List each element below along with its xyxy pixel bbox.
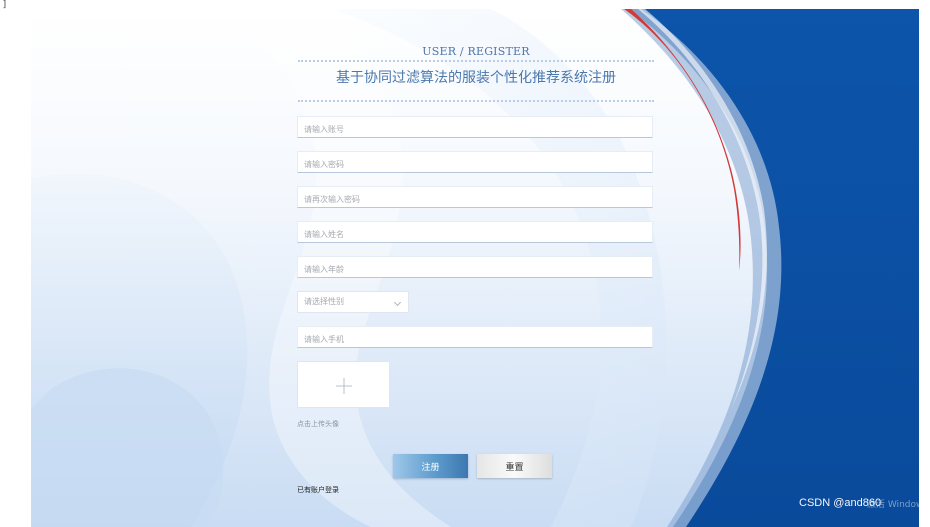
gender-select-value: 请选择性别 xyxy=(304,297,344,306)
csdn-watermark: CSDN @and860 xyxy=(799,497,882,509)
age-field xyxy=(297,256,653,280)
plus-icon xyxy=(336,378,352,394)
header-divider-bottom xyxy=(298,100,654,102)
gender-select[interactable]: 请选择性别 xyxy=(297,291,409,313)
confirm-password-field xyxy=(297,186,653,210)
login-link[interactable]: 已有账户登录 xyxy=(297,485,339,495)
avatar-upload[interactable] xyxy=(297,361,390,408)
name-input[interactable] xyxy=(298,224,652,245)
account-field xyxy=(297,116,653,140)
password-field xyxy=(297,151,653,175)
phone-field xyxy=(297,326,653,350)
reset-button[interactable]: 重置 xyxy=(477,454,552,478)
password-input[interactable] xyxy=(298,154,652,175)
header-title-en: USER / REGISTER xyxy=(422,45,530,58)
confirm-password-input[interactable] xyxy=(298,189,652,210)
avatar-hint: 点击上传头像 xyxy=(297,420,339,428)
name-field xyxy=(297,221,653,245)
chevron-down-icon xyxy=(393,298,402,307)
age-input[interactable] xyxy=(298,259,652,280)
header-divider-top xyxy=(298,60,654,62)
phone-input[interactable] xyxy=(298,329,652,350)
page-title: 基于协同过滤算法的服装个性化推荐系统注册 xyxy=(336,70,616,86)
register-button[interactable]: 注册 xyxy=(393,454,468,478)
account-input[interactable] xyxy=(298,119,652,140)
register-page: USER / REGISTER 基于协同过滤算法的服装个性化推荐系统注册 请选择… xyxy=(31,9,919,527)
corner-bracket: ] xyxy=(2,0,8,10)
page: ] USER / REGISTER 基于协同过滤算法的服装个性化推荐系统注册 请… xyxy=(0,0,930,527)
